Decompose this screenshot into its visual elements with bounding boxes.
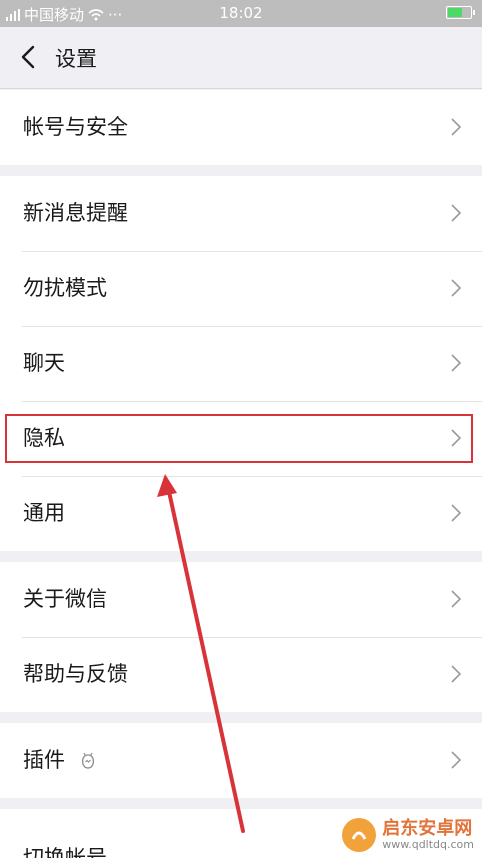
watermark: 启东安卓网 www.qdltdq.com — [342, 818, 474, 852]
annotation-arrow-icon — [157, 474, 245, 833]
watermark-logo-icon — [342, 818, 377, 852]
watermark-url: www.qdltdq.com — [382, 837, 474, 851]
watermark-name: 启东安卓网 — [382, 818, 473, 840]
